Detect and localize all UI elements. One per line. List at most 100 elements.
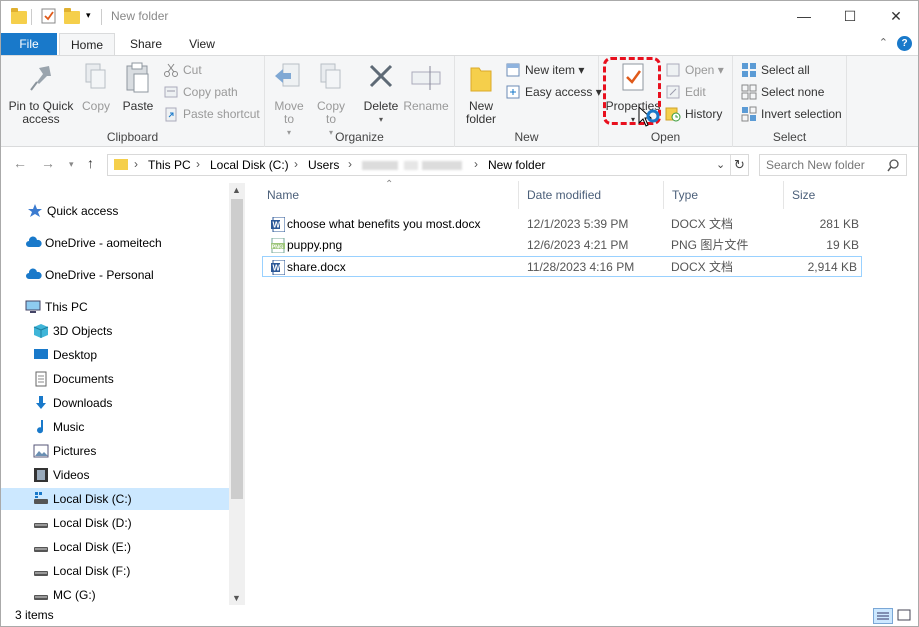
help-icon[interactable]: ? xyxy=(897,36,912,51)
column-header-date[interactable]: Date modified xyxy=(519,181,664,209)
nav-item-onedrive-personal[interactable]: OneDrive - Personal xyxy=(1,264,229,286)
nav-item-quick-access[interactable]: Quick access xyxy=(1,200,229,222)
new-folder-quick-icon[interactable] xyxy=(64,8,80,24)
close-button[interactable]: ✕ xyxy=(873,1,919,31)
rename-button[interactable]: Rename xyxy=(403,60,449,113)
drive-icon xyxy=(33,587,49,603)
history-button[interactable]: History xyxy=(665,104,722,124)
paste-button[interactable]: Paste xyxy=(118,60,158,113)
new-item-button[interactable]: New item ▾ xyxy=(505,60,584,80)
new-folder-button[interactable]: New folder xyxy=(461,60,501,126)
nav-item-label: MC (G:) xyxy=(53,588,96,602)
back-icon[interactable]: ← xyxy=(13,155,27,171)
open-button[interactable]: Open ▾ xyxy=(665,60,724,80)
address-row: ← → ▾ ↑ › This PC › Local Disk (C:) › Us… xyxy=(1,151,918,179)
folder-icon xyxy=(11,8,27,24)
title-bar: ▾ New folder — ☐ ✕ xyxy=(1,1,918,33)
minimize-button[interactable]: — xyxy=(781,1,827,31)
details-view-button[interactable] xyxy=(873,608,893,624)
clipboard-group-label: Clipboard xyxy=(106,130,159,144)
nav-item-music[interactable]: Music xyxy=(1,416,229,438)
rename-label: Rename xyxy=(403,99,449,113)
properties-quick-icon[interactable] xyxy=(41,8,57,24)
computer-icon xyxy=(25,299,41,315)
nav-scrollbar-thumb[interactable] xyxy=(231,199,243,499)
crumb-users[interactable]: Users xyxy=(308,158,339,172)
new-item-icon xyxy=(505,62,521,78)
delete-icon xyxy=(365,60,397,96)
address-dropdown-icon[interactable]: ⌄ xyxy=(716,158,725,171)
nav-item-label: Local Disk (E:) xyxy=(53,540,132,554)
move-to-label: Move to xyxy=(274,99,304,126)
cut-button[interactable]: Cut xyxy=(163,60,202,80)
edit-button[interactable]: Edit xyxy=(665,82,706,102)
copy-to-icon xyxy=(315,60,347,96)
copy-to-button[interactable]: Copy to ▾ xyxy=(313,60,349,139)
file-row[interactable]: Wchoose what benefits you most.docx 12/1/… xyxy=(263,214,863,235)
nav-item-desktop[interactable]: Desktop xyxy=(1,344,229,366)
expand-ribbon-icon[interactable]: ⌃ xyxy=(879,36,888,49)
new-folder-label: New folder xyxy=(465,99,497,126)
scroll-down-icon[interactable]: ▼ xyxy=(232,593,241,603)
pin-to-quick-access-button[interactable]: Pin to Quick access xyxy=(5,60,77,126)
maximize-button[interactable]: ☐ xyxy=(827,1,873,31)
file-row[interactable]: PNG puppy.png 12/6/2023 4:21 PM PNG 图片文件 19 … xyxy=(263,235,863,256)
tab-home[interactable]: Home xyxy=(59,33,115,56)
copy-path-button[interactable]: Copy path xyxy=(163,82,238,102)
column-header-size[interactable]: Size xyxy=(784,181,859,209)
file-row[interactable]: Wshare.docx 11/28/2023 4:16 PM DOCX 文档 2,91… xyxy=(262,256,862,277)
file-type: DOCX 文档 xyxy=(671,217,734,231)
easy-access-button[interactable]: Easy access ▾ xyxy=(505,82,602,102)
tab-file[interactable]: File xyxy=(1,33,57,55)
navigation-pane: Quick access OneDrive - aomeitech OneDrive… xyxy=(1,181,245,605)
copy-button[interactable]: Copy xyxy=(77,60,115,113)
refresh-icon[interactable]: ↻ xyxy=(734,157,745,173)
nav-item-downloads[interactable]: Downloads xyxy=(1,392,229,414)
select-none-button[interactable]: Select none xyxy=(741,82,824,102)
nav-item-local-disk-f[interactable]: Local Disk (F:) xyxy=(1,560,229,582)
large-icons-view-button[interactable] xyxy=(895,608,915,624)
select-all-button[interactable]: Select all xyxy=(741,60,810,80)
svg-text:PNG: PNG xyxy=(272,244,284,250)
nav-item-label: Music xyxy=(53,420,85,434)
nav-item-pictures[interactable]: Pictures xyxy=(1,440,229,462)
nav-item-local-disk-c[interactable]: Local Disk (C:) xyxy=(1,488,229,510)
nav-item-mc-g[interactable]: MC (G:) xyxy=(1,584,229,606)
up-icon[interactable]: ↑ xyxy=(87,155,94,171)
file-type: DOCX 文档 xyxy=(671,260,734,274)
nav-item-documents[interactable]: Documents xyxy=(1,368,229,390)
delete-button[interactable]: Delete ▾ xyxy=(361,60,401,126)
search-box[interactable] xyxy=(759,154,907,176)
copy-to-label: Copy to xyxy=(316,99,345,126)
column-header-type[interactable]: Type xyxy=(664,181,784,209)
column-header-name[interactable]: Name xyxy=(259,181,519,209)
nav-item-local-disk-e[interactable]: Local Disk (E:) xyxy=(1,536,229,558)
address-bar[interactable]: › This PC › Local Disk (C:) › Users › › … xyxy=(107,154,749,176)
nav-item-videos[interactable]: Videos xyxy=(1,464,229,486)
customize-quick-access-icon[interactable]: ▾ xyxy=(86,10,102,26)
search-input[interactable] xyxy=(766,158,876,172)
scroll-up-icon[interactable]: ▲ xyxy=(232,185,241,195)
new-item-label: New item xyxy=(525,63,576,77)
move-to-icon xyxy=(273,60,305,96)
download-icon xyxy=(33,395,49,411)
recent-locations-icon[interactable]: ▾ xyxy=(69,159,74,170)
nav-item-local-disk-d[interactable]: Local Disk (D:) xyxy=(1,512,229,534)
edit-icon xyxy=(665,84,681,100)
crumb-new-folder[interactable]: New folder xyxy=(488,158,545,172)
tab-share[interactable]: Share xyxy=(119,33,173,55)
nav-item-label: 3D Objects xyxy=(53,324,113,338)
nav-item-onedrive-aomeitech[interactable]: OneDrive - aomeitech xyxy=(1,232,229,254)
tab-view[interactable]: View xyxy=(177,33,227,55)
crumb-local-disk-c[interactable]: Local Disk (C:) xyxy=(210,158,289,172)
file-size: 281 KB xyxy=(819,217,859,231)
crumb-this-pc[interactable]: This PC xyxy=(148,158,191,172)
new-folder-icon xyxy=(465,60,497,96)
forward-icon[interactable]: → xyxy=(41,155,55,171)
nav-item-this-pc[interactable]: This PC xyxy=(1,296,229,318)
large-icons-view-icon xyxy=(897,609,911,621)
nav-item-3d-objects[interactable]: 3D Objects xyxy=(1,320,229,342)
paste-shortcut-button[interactable]: Paste shortcut xyxy=(163,104,260,124)
invert-selection-button[interactable]: Invert selection xyxy=(741,104,842,124)
move-to-button[interactable]: Move to ▾ xyxy=(271,60,307,139)
